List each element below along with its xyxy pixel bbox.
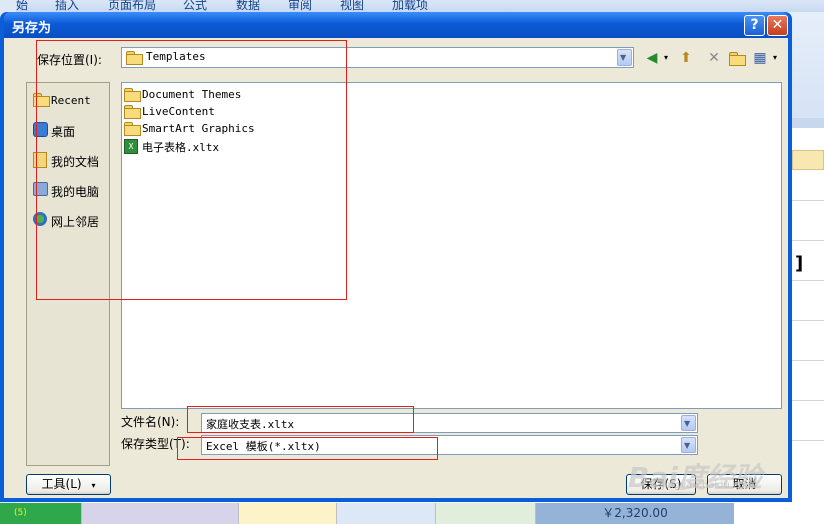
help-button[interactable]: ? bbox=[744, 15, 765, 36]
column-header-cell[interactable] bbox=[792, 150, 824, 170]
filename-label: 文件名(N): bbox=[121, 415, 180, 429]
folder-icon bbox=[126, 51, 143, 65]
chevron-down-icon[interactable] bbox=[681, 437, 696, 453]
chevron-down-icon[interactable] bbox=[617, 49, 632, 66]
save-in-label: 保存位置(I): bbox=[37, 53, 102, 67]
desktop-icon bbox=[33, 122, 48, 137]
up-folder-icon[interactable]: ⬆ bbox=[677, 48, 695, 68]
grid-line bbox=[792, 240, 824, 241]
save-in-value: Templates bbox=[146, 50, 206, 63]
grid-line bbox=[792, 360, 824, 361]
views-icon[interactable]: ▦ bbox=[751, 48, 769, 68]
chevron-down-icon[interactable] bbox=[681, 415, 696, 431]
grid-line bbox=[792, 200, 824, 201]
place-my-documents[interactable]: 我的文档 bbox=[29, 148, 109, 174]
save-as-dialog: 另存为 ? ✕ 保存位置(I): Templates ◀ ▾ ⬆ ✕ ▦ ▾ R… bbox=[0, 12, 792, 502]
my-documents-icon bbox=[33, 152, 47, 168]
grid-right bbox=[792, 150, 824, 524]
excel-template-icon: X bbox=[124, 139, 138, 154]
folder-icon bbox=[124, 105, 141, 119]
views-dropdown-icon[interactable]: ▾ bbox=[770, 48, 780, 68]
filetype-value: Excel 模板(*.xltx) bbox=[206, 440, 321, 453]
grid-line bbox=[792, 440, 824, 441]
file-name: Document Themes bbox=[142, 88, 242, 101]
bracket-glyph: ] bbox=[795, 253, 804, 274]
grid-line bbox=[792, 400, 824, 401]
folder-icon bbox=[124, 88, 141, 102]
place-network[interactable]: 网上邻居 bbox=[29, 208, 109, 234]
filename-value: 家庭收支表.xltx bbox=[206, 418, 295, 431]
place-label: Recent bbox=[51, 94, 91, 107]
delete-icon[interactable]: ✕ bbox=[705, 48, 723, 68]
places-bar: Recent 桌面 我的文档 我的电脑 网上邻居 bbox=[26, 82, 110, 466]
file-name: SmartArt Graphics bbox=[142, 122, 255, 135]
my-computer-icon bbox=[33, 182, 48, 196]
total-row-cell[interactable] bbox=[337, 503, 436, 524]
watermark-url: jingyan.baidu.com bbox=[662, 480, 755, 491]
place-label: 桌面 bbox=[51, 125, 76, 139]
file-name: LiveContent bbox=[142, 105, 215, 118]
total-row-cell[interactable] bbox=[239, 503, 337, 524]
total-row-cell[interactable] bbox=[436, 503, 536, 524]
place-my-computer[interactable]: 我的电脑 bbox=[29, 178, 109, 204]
file-name: 电子表格.xltx bbox=[142, 141, 220, 154]
back-dropdown-icon[interactable]: ▾ bbox=[661, 48, 671, 68]
place-recent[interactable]: Recent bbox=[29, 89, 109, 115]
dialog-body: 保存位置(I): Templates ◀ ▾ ⬆ ✕ ▦ ▾ Recent 桌面 bbox=[4, 38, 788, 498]
filetype-select[interactable]: Excel 模板(*.xltx) bbox=[201, 435, 698, 455]
file-list[interactable]: Document Themes LiveContent SmartArt Gra… bbox=[121, 82, 782, 409]
filename-field[interactable]: 家庭收支表.xltx bbox=[201, 413, 698, 433]
chevron-down-icon: ▾ bbox=[91, 481, 96, 490]
grid-line bbox=[792, 280, 824, 281]
dialog-title: 另存为 bbox=[12, 21, 52, 36]
tools-button-label: 工具(L) bbox=[41, 477, 82, 491]
total-row-cell[interactable] bbox=[82, 503, 239, 524]
save-in-combo[interactable]: Templates bbox=[121, 47, 634, 68]
dialog-titlebar[interactable]: 另存为 ? ✕ bbox=[4, 12, 788, 38]
back-icon[interactable]: ◀ bbox=[644, 48, 660, 68]
place-label: 网上邻居 bbox=[51, 215, 100, 229]
grid-line bbox=[792, 320, 824, 321]
amount-cell[interactable]: ￥2,320.00 bbox=[536, 503, 734, 524]
filetype-label: 保存类型(T): bbox=[121, 437, 190, 451]
close-button[interactable]: ✕ bbox=[767, 15, 788, 36]
folder-icon bbox=[124, 122, 141, 136]
recent-folder-icon bbox=[33, 93, 50, 109]
place-label: 我的文档 bbox=[51, 155, 100, 169]
place-label: 我的电脑 bbox=[51, 185, 100, 199]
network-places-icon bbox=[33, 212, 47, 226]
tools-button[interactable]: 工具(L) ▾ bbox=[26, 474, 111, 495]
excel-ribbon-tabs: 开始 插入 页面布局 公式 数据 审阅 视图 加载项 bbox=[0, 0, 824, 12]
total-row-cell[interactable]: (5) bbox=[0, 503, 82, 524]
place-desktop[interactable]: 桌面 bbox=[29, 118, 109, 144]
new-folder-icon[interactable] bbox=[727, 48, 747, 68]
